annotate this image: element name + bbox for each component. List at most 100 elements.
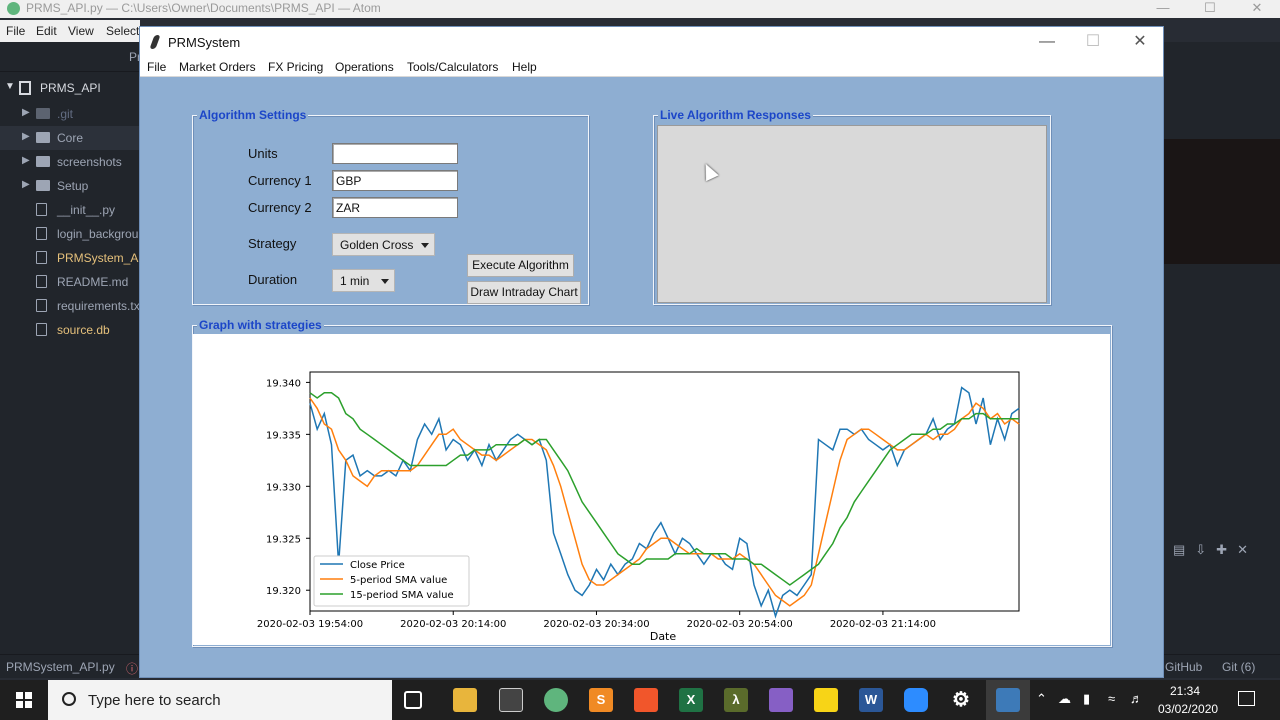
currency2-input[interactable] (332, 197, 458, 218)
menu-market-orders[interactable]: Market Orders (179, 60, 256, 74)
excel-icon[interactable]: X (679, 688, 703, 712)
responses-text-area[interactable] (657, 125, 1047, 303)
maximize-button[interactable]: ☐ (1070, 27, 1116, 57)
status-git[interactable]: Git (6) (1222, 660, 1255, 674)
search-placeholder: Type here to search (88, 692, 221, 709)
visual-studio-icon[interactable] (769, 688, 793, 712)
minimize-button[interactable]: — (1024, 27, 1070, 57)
menu-fx-pricing[interactable]: FX Pricing (268, 60, 323, 74)
currency1-input[interactable] (332, 170, 458, 191)
markdown-file-icon (36, 275, 47, 288)
lambda-app-icon[interactable]: λ (724, 688, 748, 712)
clock-date[interactable]: 03/02/2020 (1158, 702, 1218, 716)
y-tick-label: 19.320 (266, 586, 301, 597)
tree-item-git[interactable]: ▶ .git (0, 102, 140, 126)
duration-dropdown[interactable]: 1 min (332, 269, 395, 292)
database-file-icon (36, 323, 47, 336)
atom-minimize-button[interactable]: — (1140, 0, 1186, 18)
menu-tools-calculators[interactable]: Tools/Calculators (407, 60, 498, 74)
tree-item-prmsystem-api[interactable]: PRMSystem_AP (0, 246, 140, 270)
units-label: Units (248, 146, 278, 161)
settings-icon[interactable]: ⚙ (949, 688, 973, 712)
task-view-icon[interactable] (404, 691, 422, 709)
folder-icon (36, 108, 50, 119)
tree-item-source-db[interactable]: source.db (0, 318, 140, 342)
tree-item-readme[interactable]: README.md (0, 270, 140, 294)
status-file-name[interactable]: PRMSystem_API.py (6, 660, 115, 674)
atom-tree-view: Pr ▼ PRMS_API ▶ .git ▶ Core ▶ screenshot… (0, 42, 141, 654)
line-chart: 2020-02-03 19:54:00 2020-02-03 20:14:00 20… (257, 371, 1020, 643)
chevron-up-icon[interactable]: ⌃ (1036, 691, 1047, 707)
execute-algorithm-button[interactable]: Execute Algorithm (467, 254, 574, 277)
tree-item-login-background[interactable]: login_backgrou (0, 222, 140, 246)
close-button[interactable]: ✕ (1117, 27, 1163, 57)
atom-window-title: PRMS_API.py — C:\Users\Owner\Documents\P… (26, 1, 381, 15)
draw-intraday-chart-button[interactable]: Draw Intraday Chart (467, 281, 581, 304)
atom-menu-select[interactable]: Select (106, 24, 139, 38)
x-axis-label: Date (650, 630, 677, 643)
sticky-notes-icon[interactable] (814, 688, 838, 712)
prm-menubar: File Market Orders FX Pricing Operations… (140, 57, 1163, 77)
battery-icon[interactable]: ▮ (1083, 691, 1090, 707)
live-responses-title: Live Algorithm Responses (658, 108, 813, 122)
strategy-label: Strategy (248, 236, 297, 251)
tree-item-label: .git (57, 107, 74, 121)
y-tick-label: 19.325 (266, 534, 301, 545)
project-root[interactable]: ▼ PRMS_API (0, 76, 140, 100)
atom-app-icon[interactable] (544, 688, 568, 712)
duration-label: Duration (248, 272, 298, 287)
wifi-icon[interactable]: ≈ (1108, 691, 1115, 706)
atom-close-button[interactable]: ✕ (1234, 0, 1280, 18)
folder-icon (36, 132, 50, 143)
atom-menu-file[interactable]: File (6, 24, 25, 38)
menu-help[interactable]: Help (512, 60, 537, 74)
python-icon[interactable] (996, 688, 1020, 712)
clock-time[interactable]: 21:34 (1170, 684, 1200, 698)
tree-item-setup[interactable]: ▶ Setup (0, 174, 140, 198)
atom-maximize-button[interactable]: ☐ (1187, 0, 1233, 18)
x-tick-label: 2020-02-03 21:14:00 (830, 619, 936, 630)
tree-item-core[interactable]: ▶ Core (0, 126, 140, 150)
dock-toolbar-icons[interactable]: ▤⇩✚✕ (1173, 542, 1258, 558)
atom-right-dock: ▤⇩✚✕ (1163, 42, 1280, 654)
folder-icon (36, 156, 50, 167)
zoom-icon[interactable] (904, 688, 928, 712)
word-icon[interactable]: W (859, 688, 883, 712)
brave-browser-icon[interactable] (634, 688, 658, 712)
notification-icon[interactable] (1238, 691, 1255, 706)
strategy-dropdown[interactable]: Golden Cross (332, 233, 435, 256)
file-explorer-icon[interactable] (453, 688, 477, 712)
volume-icon[interactable]: ♬ (1130, 691, 1143, 706)
chart-legend: Close Price 5-period SMA value 15-period S… (313, 555, 470, 607)
units-input[interactable] (332, 143, 458, 164)
currency2-label: Currency 2 (248, 200, 312, 215)
tree-item-label: login_backgrou (57, 227, 139, 241)
algorithm-settings-title: Algorithm Settings (197, 108, 309, 122)
tree-item-init[interactable]: __init__.py (0, 198, 140, 222)
chevron-down-icon: ▼ (5, 81, 15, 92)
tree-item-label: screenshots (57, 155, 122, 169)
x-tick-label: 2020-02-03 20:34:00 (543, 619, 649, 630)
status-github[interactable]: GitHub (1165, 660, 1202, 674)
tree-item-label: source.db (57, 323, 110, 337)
windows-start-icon[interactable] (16, 692, 32, 708)
file-icon (36, 203, 47, 216)
taskbar-search-box[interactable]: Type here to search (48, 680, 392, 720)
atom-menu-view[interactable]: View (68, 24, 94, 38)
error-icon[interactable]: ⓘ (126, 660, 138, 677)
y-tick-label: 19.335 (266, 430, 301, 441)
menu-operations[interactable]: Operations (335, 60, 394, 74)
tree-item-label: requirements.tx (57, 299, 140, 313)
atom-tab-bar: Pr (0, 42, 141, 72)
prm-window-title: PRMSystem (168, 35, 241, 50)
calculator-icon[interactable] (499, 688, 523, 712)
tree-item-screenshots[interactable]: ▶ screenshots (0, 150, 140, 174)
dropdown-arrow-icon (381, 279, 389, 284)
atom-menu-edit[interactable]: Edit (36, 24, 57, 38)
menu-file[interactable]: File (147, 60, 166, 74)
sublime-text-icon[interactable]: S (589, 688, 613, 712)
project-name: PRMS_API (40, 81, 101, 95)
dropdown-arrow-icon (421, 243, 429, 248)
tree-item-requirements[interactable]: requirements.tx (0, 294, 140, 318)
onedrive-icon[interactable]: ☁ (1058, 691, 1071, 707)
